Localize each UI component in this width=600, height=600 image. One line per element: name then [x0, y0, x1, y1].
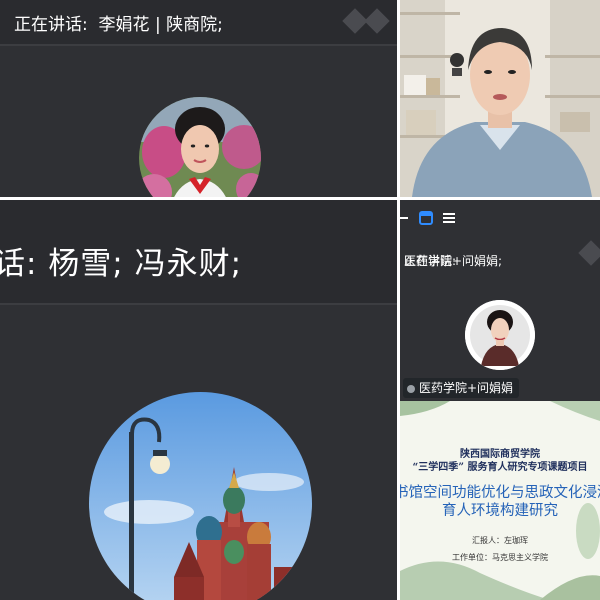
minimize-icon[interactable] [400, 211, 410, 225]
view-toolbar [400, 200, 600, 235]
speaking-text: 正在讲话: 医药学院+问娟娟; [404, 254, 503, 268]
slide-unit: 工作单位：马克思主义学院 [452, 553, 548, 562]
video-feed-icon [400, 0, 600, 197]
speaking-text: 话: 杨雪; 冯永财; [0, 246, 243, 282]
avatar-photo-icon [89, 392, 312, 600]
avatar [465, 300, 535, 370]
participant-name-tag: 医药学院+问娟娟 [403, 378, 520, 398]
participant-panel-bottom-left[interactable]: 话: 杨雪; 冯永财; [0, 200, 397, 600]
speaking-indicator-bar: 话: 杨雪; 冯永财; [0, 200, 397, 303]
participant-video-top-right[interactable] [400, 0, 600, 197]
avatar-photo-icon [465, 300, 535, 370]
avatar [139, 97, 261, 197]
slide-reporter: 汇报人：左珈珲 [472, 536, 528, 545]
speaking-text: 正在讲话: 李娟花 | 陕商院; [14, 15, 223, 35]
mic-icon [407, 384, 415, 393]
watermark-logo-icon [338, 6, 394, 36]
avatar-photo-icon [139, 97, 261, 197]
list-view-icon[interactable] [442, 211, 456, 225]
speaking-indicator-bar: 正在讲话: 医药学院+问娟娟; [400, 236, 600, 268]
divider [0, 44, 397, 46]
divider [0, 303, 397, 305]
slide-subtitle: “三学四季” 服务育人研究专项课题项目 [412, 462, 588, 473]
participant-panel-top-left[interactable]: 正在讲话: 李娟花 | 陕商院; [0, 0, 397, 197]
window-icon[interactable] [419, 211, 433, 225]
slide-title-line2: 育人环境构建研究 [442, 503, 558, 519]
shared-screen-slide: 陕西国际商贸学院 “三学四季” 服务育人研究专项课题项目 书馆空间功能优化与思政… [400, 401, 600, 600]
watermark-logo-icon [572, 240, 600, 270]
avatar [89, 392, 312, 600]
